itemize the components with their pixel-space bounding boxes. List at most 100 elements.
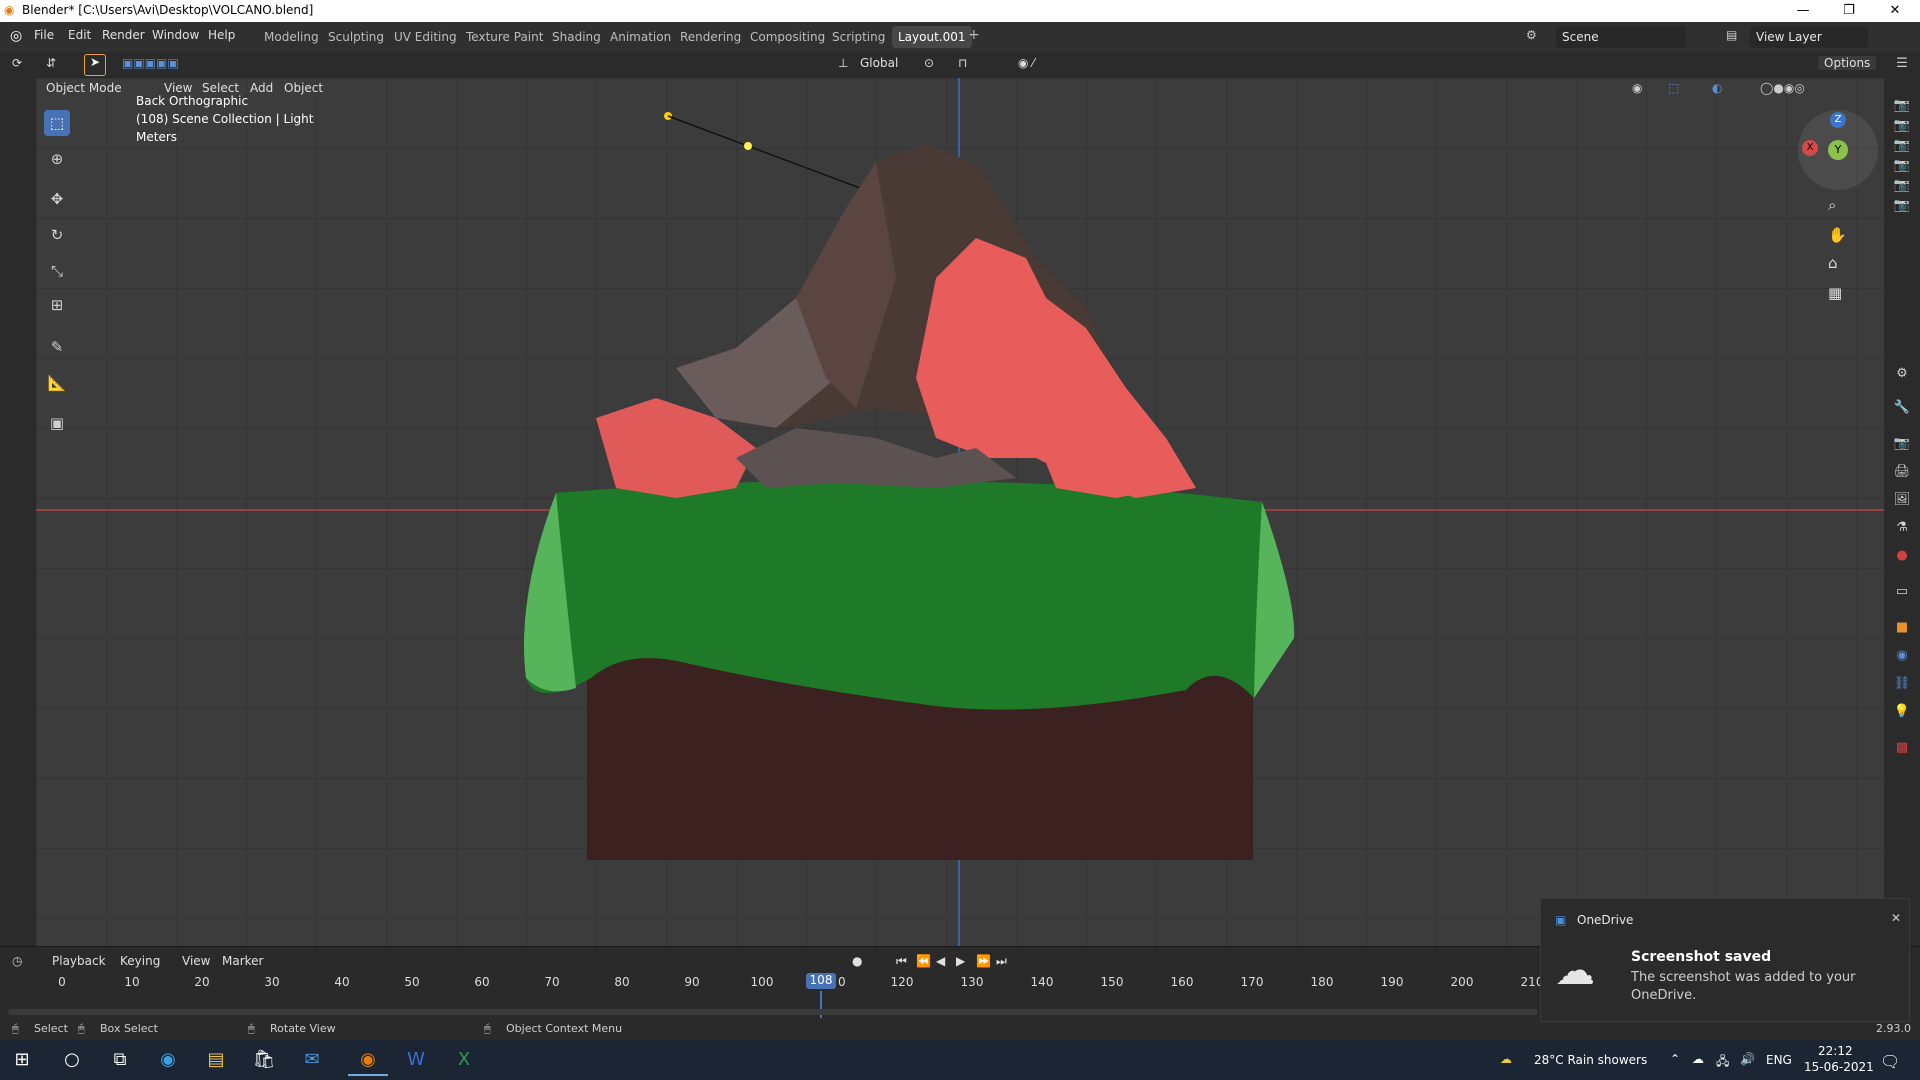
menu-keying[interactable]: Keying: [120, 954, 160, 968]
gizmo-y-axis[interactable]: Y: [1828, 140, 1848, 160]
timeline-scrollbar[interactable]: [8, 1009, 1538, 1015]
navigation-gizmo[interactable]: Y X Z: [1798, 110, 1878, 190]
menu-help[interactable]: Help: [208, 28, 235, 42]
blender-menu-icon[interactable]: ◎: [10, 28, 22, 44]
edge-browser-icon[interactable]: ◉: [148, 1044, 188, 1076]
next-keyframe-icon[interactable]: ⏩: [976, 954, 991, 968]
language-indicator[interactable]: ENG: [1766, 1053, 1792, 1067]
scene-properties-icon[interactable]: ⚗: [1890, 520, 1914, 540]
pan-hand-icon[interactable]: ✋: [1828, 226, 1847, 244]
menu-file[interactable]: File: [34, 28, 54, 42]
measure-icon[interactable]: 📐: [44, 370, 70, 396]
menu-add[interactable]: Add: [250, 81, 273, 95]
zoom-icon[interactable]: ⌕: [1828, 196, 1836, 214]
tab-animation[interactable]: Animation: [604, 26, 677, 48]
overlay-toggle-icon[interactable]: ◐: [1712, 81, 1722, 95]
tray-chevron-icon[interactable]: ⌃: [1670, 1052, 1680, 1066]
outliner-camera-3-icon[interactable]: 📷: [1890, 138, 1914, 158]
gizmo-toggle-icon[interactable]: ⬚: [1668, 81, 1679, 95]
task-view-icon[interactable]: ⧉: [100, 1044, 140, 1076]
tab-modeling[interactable]: Modeling: [258, 26, 325, 48]
tool-settings-icon[interactable]: ⇵: [46, 56, 56, 70]
object-mode-dropdown[interactable]: Object Mode: [46, 81, 122, 95]
render-properties-icon[interactable]: 📷: [1890, 436, 1914, 456]
view-layer-properties-icon[interactable]: 🖼: [1890, 492, 1914, 512]
tab-uv-editing[interactable]: UV Editing: [388, 26, 463, 48]
tool-properties-icon[interactable]: 🔧: [1890, 400, 1914, 420]
record-button[interactable]: ●: [852, 954, 862, 968]
pivot-icon[interactable]: ⊙: [924, 56, 934, 70]
annotate-icon[interactable]: ✎: [44, 334, 70, 360]
onedrive-notification[interactable]: ▣ OneDrive ✕ ☁ Screenshot saved The scre…: [1540, 898, 1910, 1022]
outliner-camera-6-icon[interactable]: 📷: [1890, 198, 1914, 218]
notification-center-icon[interactable]: 🗨: [1880, 1052, 1900, 1071]
menu-playback[interactable]: Playback: [52, 954, 106, 968]
proportional-edit-icon[interactable]: ◉ ⁄: [1018, 56, 1034, 70]
word-icon[interactable]: W: [396, 1044, 436, 1076]
transform-icon[interactable]: ⊞: [44, 292, 70, 318]
outliner-icon[interactable]: ☰: [1890, 56, 1914, 76]
select-box-mode-icon[interactable]: ▣▣▣▣▣: [122, 56, 179, 70]
scale-icon[interactable]: ⤡: [44, 258, 70, 284]
volume-icon[interactable]: 🔊: [1740, 1052, 1755, 1066]
store-icon[interactable]: 🛍: [244, 1044, 284, 1076]
output-properties-icon[interactable]: 🖨: [1890, 464, 1914, 484]
texture-properties-icon[interactable]: ▩: [1890, 740, 1914, 760]
gizmo-x-axis[interactable]: X: [1802, 140, 1818, 156]
select-mode-icon[interactable]: ➤: [84, 54, 106, 76]
menu-window[interactable]: Window: [152, 28, 199, 42]
collection-properties-icon[interactable]: ▭: [1890, 584, 1914, 604]
tab-scripting[interactable]: Scripting: [826, 26, 891, 48]
tab-layout-001[interactable]: Layout.001: [892, 26, 972, 48]
add-workspace-button[interactable]: +: [968, 27, 980, 43]
sun-light-icon[interactable]: [664, 112, 893, 201]
tab-texture-paint[interactable]: Texture Paint: [460, 26, 549, 48]
scene-field[interactable]: Scene: [1556, 26, 1686, 48]
world-properties-icon[interactable]: ●: [1890, 548, 1914, 568]
close-button[interactable]: ✕: [1872, 0, 1918, 22]
outliner-camera-5-icon[interactable]: 📷: [1890, 178, 1914, 198]
outliner-camera-1-icon[interactable]: 📷: [1890, 98, 1914, 118]
view-layer-field[interactable]: View Layer: [1750, 26, 1868, 48]
playhead-line[interactable]: [820, 991, 822, 1021]
gizmo-z-axis[interactable]: Z: [1830, 112, 1846, 128]
editor-type-icon[interactable]: ⟳: [12, 56, 22, 70]
shading-modes-icon[interactable]: ◯●◉◎: [1760, 81, 1805, 95]
jump-start-icon[interactable]: ⏮: [896, 954, 907, 969]
menu-render[interactable]: Render: [102, 28, 145, 42]
move-icon[interactable]: ✥: [44, 186, 70, 212]
search-icon[interactable]: ○: [52, 1044, 92, 1076]
menu-select[interactable]: Select: [202, 81, 239, 95]
clock-time[interactable]: 22:12: [1818, 1044, 1853, 1058]
object-properties-icon[interactable]: ■: [1890, 620, 1914, 640]
outliner-camera-4-icon[interactable]: 📷: [1890, 158, 1914, 178]
menu-object[interactable]: Object: [284, 81, 323, 95]
prev-keyframe-icon[interactable]: ⏪: [916, 954, 931, 968]
menu-timeline-view[interactable]: View: [182, 954, 210, 968]
jump-end-icon[interactable]: ⏭: [996, 954, 1007, 969]
toast-close-button[interactable]: ✕: [1891, 911, 1901, 925]
network-icon[interactable]: 🖧: [1716, 1052, 1729, 1073]
tab-sculpting[interactable]: Sculpting: [322, 26, 390, 48]
windows-start-icon[interactable]: ⊞: [2, 1044, 42, 1076]
cursor-icon[interactable]: ⊕: [44, 146, 70, 172]
rotate-icon[interactable]: ↻: [44, 222, 70, 248]
play-reverse-icon[interactable]: ◀: [936, 954, 945, 968]
options-button[interactable]: Options: [1818, 56, 1877, 70]
file-explorer-icon[interactable]: ▤: [196, 1044, 236, 1076]
3d-viewport[interactable]: Back Orthographic (108) Scene Collection…: [36, 78, 1884, 946]
current-frame-indicator[interactable]: 108: [806, 973, 836, 989]
tab-compositing[interactable]: Compositing: [744, 26, 831, 48]
orientation-dropdown[interactable]: Global: [860, 56, 898, 70]
constraints-properties-icon[interactable]: ⛓: [1890, 676, 1914, 696]
timeline-editor-icon[interactable]: ◷: [12, 954, 22, 968]
excel-icon[interactable]: X: [444, 1044, 484, 1076]
grid-icon[interactable]: ▦: [1828, 284, 1842, 302]
select-box-icon[interactable]: ⬚: [44, 110, 70, 136]
onedrive-tray-icon[interactable]: ☁: [1692, 1052, 1704, 1066]
camera-icon[interactable]: ⌂: [1828, 254, 1838, 272]
data-properties-icon[interactable]: 💡: [1890, 704, 1914, 724]
snap-icon[interactable]: ⊓: [958, 56, 967, 70]
clock-date[interactable]: 15-06-2021: [1804, 1060, 1874, 1074]
properties-editor-icon[interactable]: ⚙: [1890, 366, 1914, 386]
